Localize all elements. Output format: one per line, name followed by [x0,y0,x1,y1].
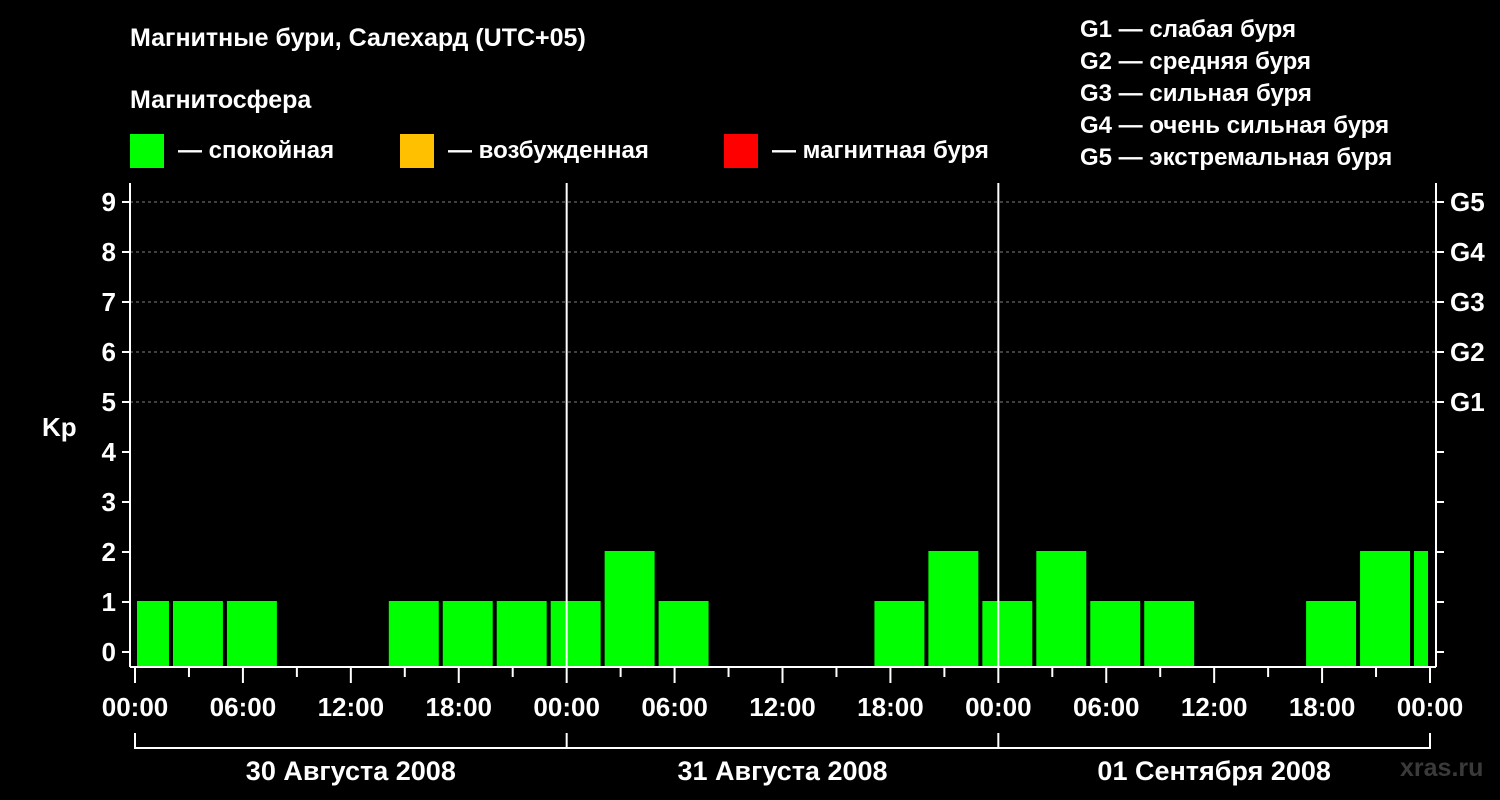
g-level-label: G4 [1450,237,1485,267]
g-level-label: G5 [1450,187,1485,217]
kp-bar [982,601,1033,667]
g-level-label: G3 [1450,287,1485,317]
kp-bar [388,601,439,667]
day-label: 31 Августа 2008 [677,756,887,786]
y-tick-label: 6 [102,337,116,367]
kp-bar [1144,601,1195,667]
kp-bar [1306,601,1357,667]
y-tick-label: 5 [102,387,116,417]
x-tick-label: 06:00 [1073,692,1140,722]
x-tick-label: 12:00 [318,692,385,722]
x-tick-label: 12:00 [1181,692,1248,722]
y-tick-label: 8 [102,237,116,267]
x-tick-label: 12:00 [749,692,816,722]
kp-bar [1414,551,1428,667]
y-tick-label: 9 [102,187,116,217]
x-tick-label: 00:00 [533,692,600,722]
kp-bar [928,551,979,667]
kp-bar [550,601,601,667]
y-tick-label: 3 [102,487,116,517]
y-tick-label: 0 [102,637,116,667]
y-tick-label: 2 [102,537,116,567]
y-tick-label: 4 [102,437,117,467]
x-tick-label: 18:00 [426,692,493,722]
kp-bar [658,601,709,667]
g-level-label: G1 [1450,387,1485,417]
day-label: 01 Сентября 2008 [1097,756,1330,786]
x-tick-label: 00:00 [1397,692,1464,722]
x-tick-label: 06:00 [210,692,277,722]
kp-bar [226,601,277,667]
g-level-label: G2 [1450,337,1485,367]
kp-chart: 0 1 2 3 4 5 6 7 8 9 G1 G2 G3 G4 G5 00:00 06:00 12:00 18:00… [102,183,1485,786]
kp-bar [1360,551,1411,667]
kp-bar [442,601,493,667]
kp-bar [604,551,655,667]
kp-bar [1090,601,1141,667]
kp-bar [137,601,169,667]
kp-bar [496,601,547,667]
kp-bar [172,601,223,667]
x-tick-label: 06:00 [641,692,708,722]
x-tick-label: 00:00 [102,692,169,722]
x-tick-label: 18:00 [1289,692,1356,722]
y-tick-label: 1 [102,587,116,617]
watermark: xras.ru [1400,754,1484,782]
y-tick-label: 7 [102,287,116,317]
x-tick-label: 18:00 [857,692,924,722]
kp-bar [1036,551,1087,667]
x-tick-label: 00:00 [965,692,1032,722]
day-label: 30 Августа 2008 [246,756,456,786]
kp-bar [874,601,925,667]
